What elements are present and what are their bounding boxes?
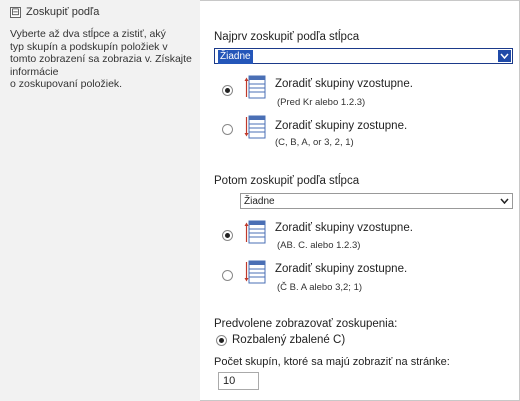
chevron-down-icon[interactable] bbox=[498, 50, 511, 62]
first-group-descending-label: Zoradiť skupiny zostupne. bbox=[275, 120, 408, 132]
expanded-option-label: Rozbalený zbalené C) bbox=[232, 334, 346, 346]
first-group-ascending-label: Zoradiť skupiny vzostupne. bbox=[275, 78, 413, 90]
second-group-descending-label: Zoradiť skupiny zostupne. bbox=[275, 263, 408, 275]
first-group-descending-radio[interactable] bbox=[222, 124, 233, 135]
sort-descending-icon bbox=[244, 260, 266, 284]
default-display-label: Predvolene zobrazovať zoskupenia: bbox=[214, 318, 398, 330]
section-title: Zoskupiť podľa bbox=[26, 6, 100, 18]
chevron-down-icon[interactable] bbox=[498, 195, 511, 207]
second-group-ascending-radio[interactable] bbox=[222, 230, 233, 241]
first-group-label: Najprv zoskupiť podľa stĺpca bbox=[214, 31, 360, 43]
second-group-selected-value: Žiadne bbox=[244, 196, 275, 207]
page-count-input[interactable]: 10 bbox=[218, 372, 259, 390]
sort-descending-icon bbox=[244, 115, 266, 139]
second-group-label: Potom zoskupiť podľa stĺpca bbox=[214, 175, 360, 187]
first-group-ascending-radio[interactable] bbox=[222, 85, 233, 96]
collapse-icon[interactable]: ⊟ bbox=[10, 6, 21, 18]
first-group-descending-example: (C, B, A, or 3, 2, 1) bbox=[275, 137, 354, 148]
first-group-select[interactable]: Žiadne bbox=[214, 48, 513, 64]
second-group-ascending-example: (AB. C. alebo 1.2.3) bbox=[277, 240, 361, 251]
sort-ascending-icon bbox=[244, 75, 266, 99]
second-group-ascending-label: Zoradiť skupiny vzostupne. bbox=[275, 222, 413, 234]
second-group-select[interactable]: Žiadne bbox=[240, 193, 513, 209]
section-description: Vyberte až dva stĺpce a zistiť, aký typ … bbox=[10, 28, 192, 90]
sort-ascending-icon bbox=[244, 220, 266, 244]
section-header[interactable]: ⊟ Zoskupiť podľa bbox=[10, 6, 99, 18]
first-group-ascending-example: (Pred Kr alebo 1.2.3) bbox=[277, 97, 366, 108]
first-group-selected-value: Žiadne bbox=[218, 50, 253, 64]
second-group-descending-radio[interactable] bbox=[222, 270, 233, 281]
second-group-descending-example: (Č B. A alebo 3,2; 1) bbox=[277, 282, 363, 293]
page-count-label: Počet skupín, ktoré sa majú zobraziť na … bbox=[214, 356, 450, 368]
expanded-radio[interactable] bbox=[216, 335, 227, 346]
